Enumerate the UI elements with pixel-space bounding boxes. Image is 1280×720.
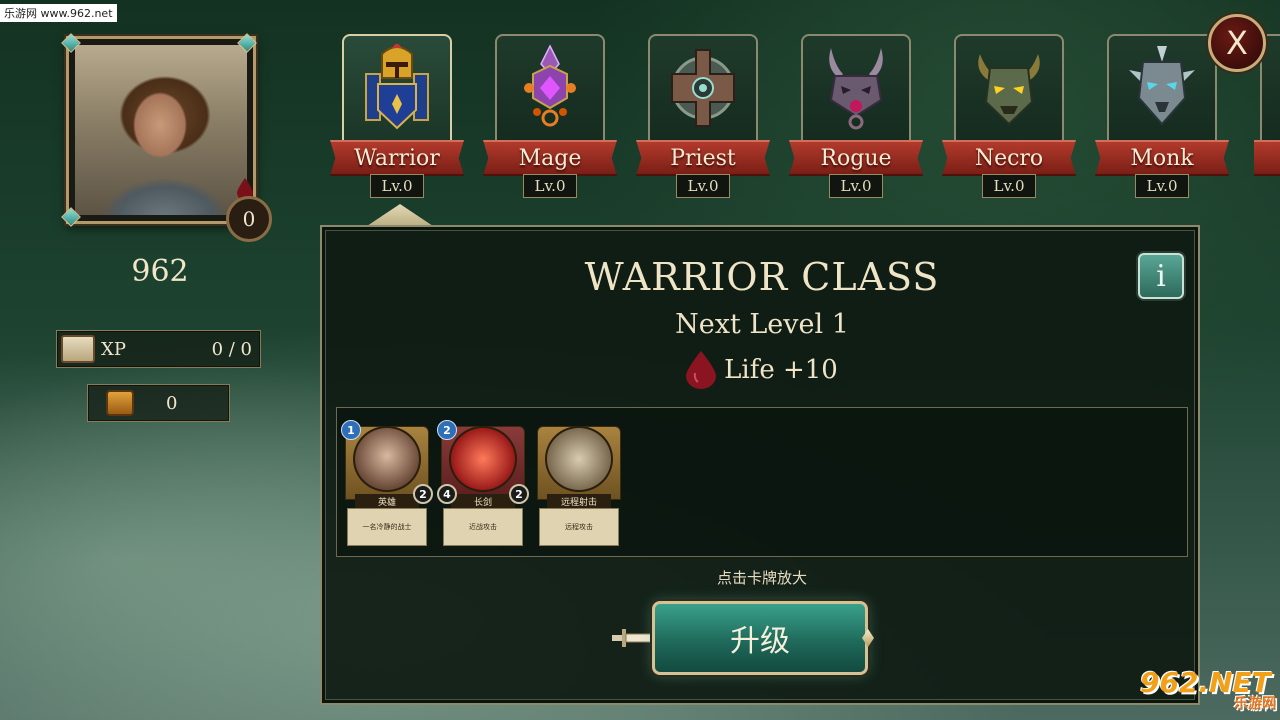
site-watermark: 乐游网 www.962.net xyxy=(0,4,117,22)
level-reward: Life +10 xyxy=(322,351,1202,389)
gold-amount: 962 xyxy=(131,254,189,289)
class-name-banner: Necro xyxy=(942,140,1076,176)
card-name: 远程射击 xyxy=(547,494,611,508)
close-button[interactable]: X xyxy=(1208,14,1266,72)
class-level: Lv.0 xyxy=(370,174,424,198)
tab-necro[interactable]: Necro Lv.0 xyxy=(942,34,1076,198)
card-longsword[interactable]: 长剑 近战攻击 2 4 2 xyxy=(437,420,529,546)
class-level: Lv.0 xyxy=(982,174,1036,198)
horned-mask-icon xyxy=(829,48,883,130)
class-name-banner xyxy=(1254,140,1280,176)
class-level: Lv.0 xyxy=(1135,174,1189,198)
hero-portrait-image xyxy=(75,45,247,215)
holy-cross-icon xyxy=(671,49,735,127)
class-level: Lv.0 xyxy=(829,174,883,198)
card-art xyxy=(449,426,517,492)
card-art xyxy=(545,426,613,492)
tap-card-hint: 点击卡牌放大 xyxy=(716,569,807,587)
class-level: Lv.0 xyxy=(523,174,577,198)
upgrade-button[interactable]: 升级 xyxy=(652,601,868,675)
blood-drop-icon xyxy=(686,351,717,389)
hero-portrait[interactable] xyxy=(66,36,256,224)
card-name: 英雄 xyxy=(355,494,419,508)
demon-skull-icon xyxy=(978,54,1040,126)
tab-rogue[interactable]: Rogue Lv.0 xyxy=(789,34,923,198)
next-level-label: Next Level 1 xyxy=(675,309,849,340)
card-stat-badge: 2 xyxy=(413,484,433,504)
chest-box: 0 xyxy=(87,384,230,422)
xp-box: XP 0 / 0 xyxy=(56,330,261,368)
card-text: 一名冷静的战士 xyxy=(347,508,427,546)
tab-mage[interactable]: Mage Lv.0 xyxy=(483,34,617,198)
soul-count-badge: 0 xyxy=(226,196,272,242)
card-attack-badge: 4 xyxy=(437,484,457,504)
class-detail-panel: WARRIOR CLASS i Next Level 1 Life +10 英雄… xyxy=(320,225,1200,705)
tab-warrior[interactable]: Warrior Lv.0 xyxy=(330,34,464,198)
card-stat-badge: 2 xyxy=(509,484,529,504)
tab-monk[interactable]: Monk Lv.0 xyxy=(1095,34,1229,198)
class-name-banner: Monk xyxy=(1095,140,1229,176)
card-art xyxy=(353,426,421,492)
book-icon xyxy=(61,335,95,363)
card-hero[interactable]: 英雄 一名冷静的战士 1 2 xyxy=(341,420,433,546)
tab-priest[interactable]: Priest Lv.0 xyxy=(636,34,770,198)
card-name: 长剑 xyxy=(451,494,515,508)
card-cost-badge: 2 xyxy=(437,420,457,440)
class-name-banner: Rogue xyxy=(789,140,923,176)
card-text: 远程攻击 xyxy=(539,508,619,546)
class-name-banner: Priest xyxy=(636,140,770,176)
cards-area: 英雄 一名冷静的战士 1 2 长剑 近战攻击 2 4 2 远程射击 远程攻击 xyxy=(336,407,1188,557)
treasure-chest-icon xyxy=(106,390,134,416)
card-text: 近战攻击 xyxy=(443,508,523,546)
card-cost-badge: 1 xyxy=(341,420,361,440)
info-button[interactable]: i xyxy=(1138,253,1184,299)
chest-count: 0 xyxy=(166,392,178,414)
class-name-banner: Mage xyxy=(483,140,617,176)
reward-text: Life +10 xyxy=(724,355,838,385)
panel-title: WARRIOR CLASS xyxy=(584,255,940,299)
spiked-mask-icon xyxy=(1129,46,1195,126)
class-name-banner: Warrior xyxy=(330,140,464,176)
xp-label: XP xyxy=(101,338,126,360)
helmet-icon xyxy=(365,44,429,130)
card-ranged-shot[interactable]: 远程射击 远程攻击 xyxy=(537,420,621,546)
site-logo-watermark: 962.NET 乐游网 xyxy=(1140,666,1276,716)
xp-value: 0 / 0 xyxy=(211,338,252,360)
crystal-icon xyxy=(524,44,576,127)
class-level: Lv.0 xyxy=(676,174,730,198)
